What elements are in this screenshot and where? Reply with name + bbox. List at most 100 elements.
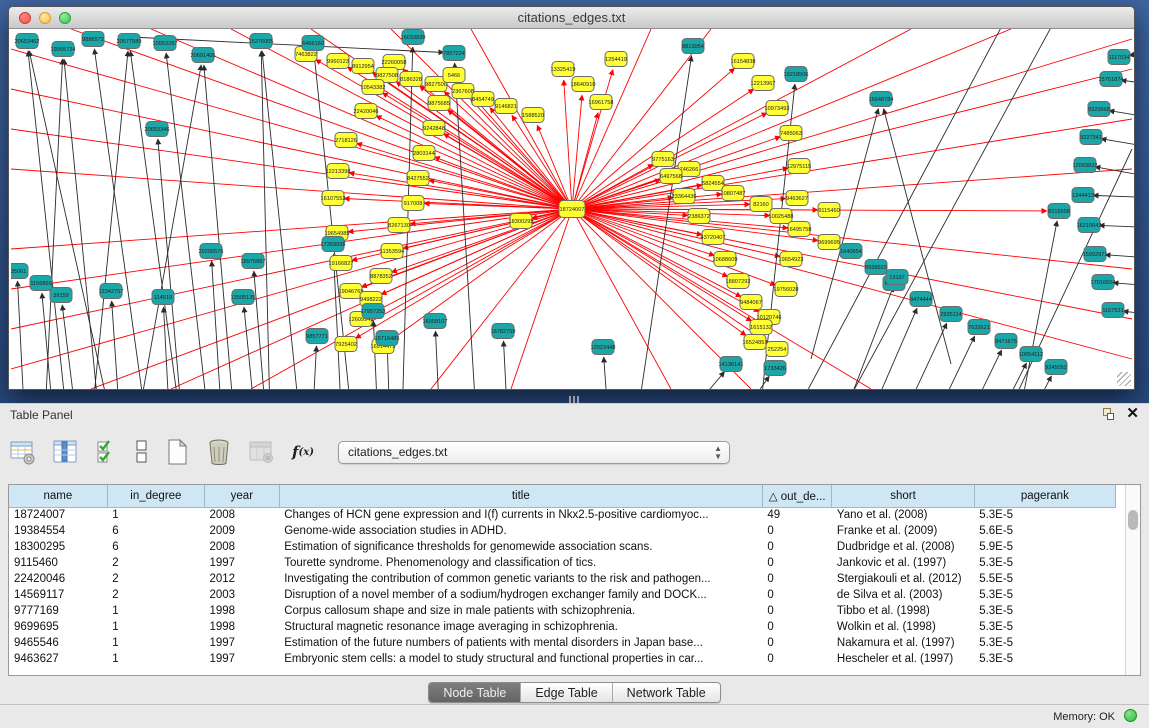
black-citation-edge[interactable] [130,51,191,389]
yellow-node[interactable]: 16524851 [743,335,768,350]
yellow-node[interactable]: 5466 [443,68,465,83]
teal-node[interactable]: 13505135 [231,290,256,305]
yellow-node[interactable]: 1254419 [605,52,627,67]
yellow-node[interactable]: 2367608 [452,84,474,99]
black-citation-edge[interactable] [81,51,128,389]
black-citation-edge[interactable] [946,350,1002,389]
teal-node[interactable]: 114519 [152,290,174,305]
black-citation-edge[interactable] [254,271,266,389]
yellow-node[interactable]: 8912954 [352,59,374,74]
teal-node[interactable]: 16782759 [491,324,516,339]
red-citation-edge[interactable] [11,49,572,209]
teal-node[interactable]: 19055724 [51,42,76,57]
table-cell[interactable]: 1997 [204,651,279,667]
network-graph-canvas[interactable]: 1872400718300295746382299601238912954222… [11,29,1134,389]
teal-node[interactable]: 7632621 [968,320,990,335]
table-cell[interactable]: 22420046 [9,571,107,587]
close-icon[interactable]: ✕ [1126,407,1139,421]
table-cell[interactable]: Investigating the contribution of common… [279,571,762,587]
black-citation-edge[interactable] [831,286,893,389]
table-cell[interactable]: 2008 [204,539,279,555]
teal-node[interactable]: 10654112 [1019,347,1043,362]
table-cell[interactable]: Nakamura et al. (1997) [832,635,974,651]
yellow-node[interactable]: 9463627 [786,191,808,206]
yellow-node[interactable]: 9242848 [423,121,445,136]
teal-node[interactable]: 13197 [886,270,908,285]
black-citation-edge[interactable] [262,51,311,389]
window-resize-grip[interactable] [1117,372,1131,386]
function-builder-icon[interactable]: f(x) [288,437,318,467]
black-citation-edge[interactable] [28,51,71,389]
table-cell[interactable]: 0 [762,651,832,667]
black-citation-edge[interactable] [604,357,611,389]
black-citation-edge[interactable] [158,139,181,389]
black-citation-edge[interactable] [261,51,271,389]
teal-node[interactable]: 8938923 [865,260,887,275]
table-cell[interactable]: 5.3E-5 [974,603,1115,619]
teal-node[interactable]: 9886572 [82,32,104,47]
black-citation-edge[interactable] [94,49,161,389]
table-row[interactable]: 946362711997Embryonic stem cells: a mode… [9,651,1116,667]
table-cell[interactable]: Stergiakouli et al. (2012) [832,571,974,587]
yellow-node[interactable]: 9875685 [428,96,450,111]
teal-node[interactable]: 17016504 [1091,275,1116,290]
yellow-node[interactable]: 10688609 [713,252,738,267]
teal-node[interactable]: 9329968 [1088,102,1110,117]
yellow-node[interactable]: 16495758 [787,222,812,237]
black-citation-edge[interactable] [1113,283,1134,289]
teal-node[interactable]: 135061 [11,264,28,279]
memory-ok-icon[interactable] [1124,709,1137,722]
teal-node[interactable]: 15751874 [1099,72,1124,87]
yellow-node[interactable]: 18300295 [509,214,534,229]
table-cell[interactable]: Yano et al. (2008) [832,507,974,523]
yellow-node[interactable]: 5824554 [702,176,724,191]
panel-splitter-handle[interactable] [569,396,581,403]
teal-node[interactable]: 17957253 [361,304,386,319]
table-cell[interactable]: 18724007 [9,507,107,523]
red-citation-edge[interactable] [431,209,572,389]
teal-node[interactable]: 16033839 [401,30,426,45]
table-cell[interactable]: 2003 [204,587,279,603]
table-cell[interactable]: 0 [762,523,832,539]
yellow-node[interactable]: 12213967 [751,76,776,91]
yellow-node[interactable]: 16107552 [321,191,346,206]
table-cell[interactable]: Genome-wide association studies in ADHD. [279,523,762,539]
yellow-node[interactable]: 2718126 [335,133,357,148]
black-citation-edge[interactable] [204,65,241,389]
yellow-node[interactable]: 16154838 [731,54,756,69]
yellow-node[interactable]: 10025488 [769,209,794,224]
red-citation-edge[interactable] [572,209,1047,211]
tab-edge-table[interactable]: Edge Table [520,683,611,702]
float-panel-icon[interactable] [1102,407,1116,421]
table-cell[interactable]: 9463627 [9,651,107,667]
table-row[interactable]: 969969511998Structural magnetic resonanc… [9,619,1116,635]
yellow-node[interactable]: 11353594 [380,244,404,259]
yellow-node[interactable]: 22420046 [354,104,379,119]
yellow-node[interactable]: 19654923 [779,252,804,267]
black-citation-edge[interactable] [1099,225,1134,229]
teal-node[interactable]: 10553287 [153,36,178,51]
yellow-node[interactable]: 82160 [750,197,772,212]
yellow-node[interactable]: 1588520 [522,108,544,123]
teal-node[interactable]: 9245052 [1045,360,1067,375]
column-header-year[interactable]: year [204,485,279,507]
black-citation-edge[interactable] [651,372,725,389]
table-cell[interactable]: 0 [762,539,832,555]
teal-node[interactable]: 9227341 [1080,130,1102,145]
black-citation-edge[interactable] [886,323,947,389]
yellow-node[interactable]: 9115460 [818,203,840,218]
teal-node[interactable]: 9857771 [306,329,328,344]
table-cell[interactable]: 2009 [204,523,279,539]
table-cell[interactable]: 5.3E-5 [974,555,1115,571]
teal-node[interactable]: 12923448 [591,340,616,355]
table-cell[interactable]: 19384554 [9,523,107,539]
yellow-node[interactable]: 12975115 [787,159,811,174]
yellow-node[interactable]: 43720407 [701,230,726,245]
teal-node[interactable]: 7857224 [443,46,465,61]
table-cell[interactable]: 14569117 [9,587,107,603]
table-cell[interactable]: 2 [107,587,204,603]
table-cell[interactable]: 0 [762,603,832,619]
column-header-pagerank[interactable]: pagerank [974,485,1115,507]
scrollbar-thumb[interactable] [1128,510,1138,530]
table-row[interactable]: 1456911722003Disruption of a novel membe… [9,587,1116,603]
